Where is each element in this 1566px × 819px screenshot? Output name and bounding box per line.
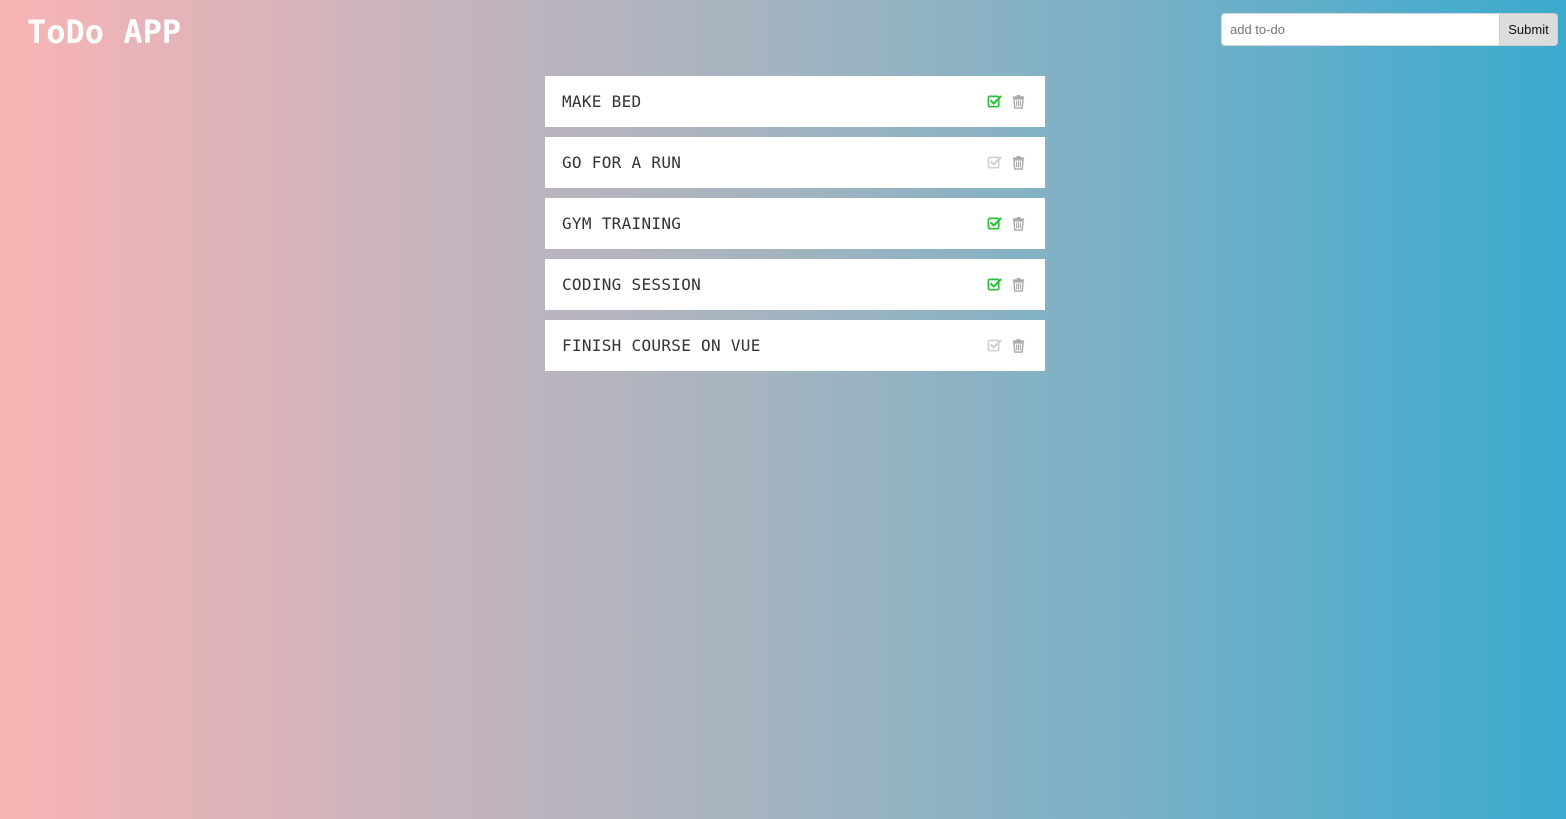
app-title: ToDo APP	[27, 13, 182, 51]
todo-text: FINISH COURSE ON VUE	[562, 336, 761, 355]
todo-text: CODING SESSION	[562, 275, 702, 294]
todo-text: GYM TRAINING	[562, 214, 682, 233]
todo-text: MAKE BED	[562, 92, 642, 111]
submit-button[interactable]: Submit	[1499, 13, 1558, 46]
check-square-icon[interactable]	[986, 338, 1002, 354]
todo-item: FINISH COURSE ON VUE	[545, 320, 1045, 371]
todo-list: MAKE BED GO FOR A RUN GYM TRAINING CODIN…	[545, 76, 1045, 381]
add-todo-form: Submit	[1221, 13, 1558, 46]
check-square-icon[interactable]	[986, 155, 1002, 171]
trash-icon[interactable]	[1010, 216, 1026, 232]
todo-item: GYM TRAINING	[545, 198, 1045, 249]
check-square-icon[interactable]	[986, 94, 1002, 110]
trash-icon[interactable]	[1010, 277, 1026, 293]
trash-icon[interactable]	[1010, 338, 1026, 354]
trash-icon[interactable]	[1010, 94, 1026, 110]
todo-actions	[986, 277, 1026, 293]
todo-actions	[986, 216, 1026, 232]
todo-item: MAKE BED	[545, 76, 1045, 127]
check-square-icon[interactable]	[986, 277, 1002, 293]
todo-actions	[986, 94, 1026, 110]
trash-icon[interactable]	[1010, 155, 1026, 171]
todo-item: CODING SESSION	[545, 259, 1045, 310]
todo-item: GO FOR A RUN	[545, 137, 1045, 188]
todo-actions	[986, 155, 1026, 171]
todo-actions	[986, 338, 1026, 354]
check-square-icon[interactable]	[986, 216, 1002, 232]
todo-text: GO FOR A RUN	[562, 153, 682, 172]
add-todo-input[interactable]	[1221, 13, 1499, 46]
